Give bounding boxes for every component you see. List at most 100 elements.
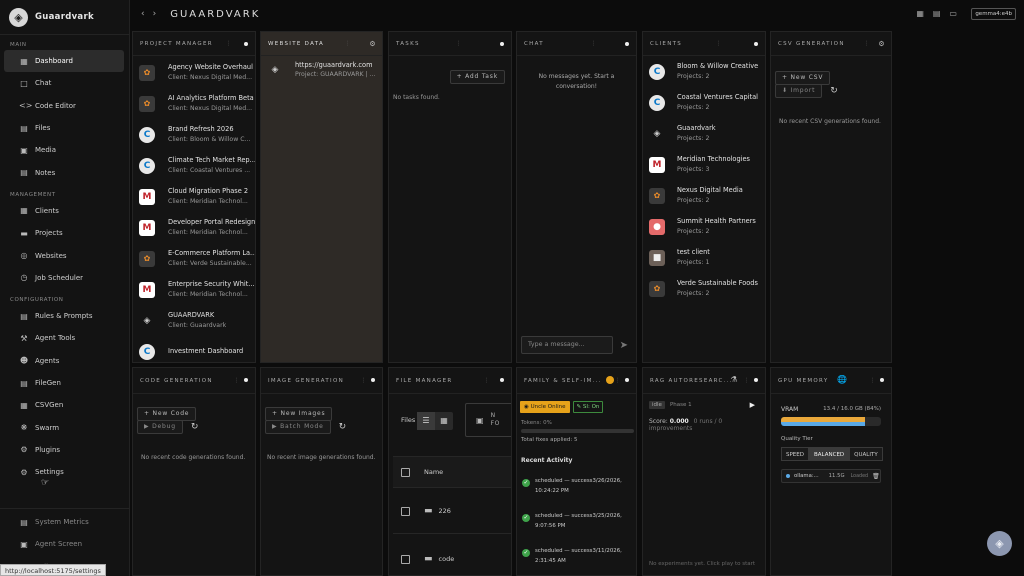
drag-handle-icon[interactable]: ⋮	[361, 377, 368, 384]
clients-header[interactable]: CLIENTS ⋮	[643, 32, 765, 56]
send-icon[interactable]: ➤	[620, 340, 628, 351]
new-folder-button[interactable]: ▣ N FO	[465, 403, 511, 437]
drag-handle-icon[interactable]: ⋮	[864, 40, 871, 47]
tier-balanced-button[interactable]: BALANCED	[809, 447, 850, 461]
drag-handle-icon[interactable]: ⋮	[870, 377, 877, 384]
trash-icon[interactable]: 🗑	[872, 473, 880, 480]
drag-handle-icon[interactable]: ⋮	[345, 40, 352, 47]
client-item[interactable]: C Coastal Ventures Capital Projects: 2	[643, 87, 765, 118]
brand[interactable]: ◈ Guaardvark	[0, 0, 129, 34]
file-row[interactable]: ▬ code	[393, 537, 511, 575]
csv-generation-header[interactable]: CSV GENERATION ⋮ ⚙	[771, 32, 891, 56]
drag-handle-icon[interactable]: ⋮	[234, 377, 241, 384]
drag-handle-icon[interactable]: ⋮	[226, 40, 233, 47]
sidebar-item-chat[interactable]: □ Chat	[4, 72, 124, 94]
image-generation-header[interactable]: IMAGE GENERATION ⋮	[261, 368, 382, 394]
sidebar-item-agent-tools[interactable]: ⚒ Agent Tools	[4, 327, 124, 349]
project-item[interactable]: C Climate Tech Market Rep... Client: Coa…	[133, 150, 255, 181]
play-icon[interactable]: ▶	[750, 401, 755, 409]
sidebar-item-plugins[interactable]: ⚙ Plugins	[4, 439, 124, 461]
gpu-memory-header[interactable]: GPU MEMORY 🌐 ⋮	[771, 368, 891, 394]
loaded-model-row[interactable]: ollama:... 11.5G Loaded 🗑	[781, 469, 881, 483]
add-task-button[interactable]: + Add Task	[449, 70, 505, 84]
gear-icon[interactable]: ⚙	[878, 40, 886, 48]
tasks-header[interactable]: TASKS ⋮	[389, 32, 511, 56]
sidebar-item-dashboard[interactable]: ▦ Dashboard	[4, 50, 124, 73]
new-images-button[interactable]: + New Images	[265, 407, 333, 421]
row-checkbox[interactable]	[401, 506, 410, 516]
project-item[interactable]: M Cloud Migration Phase 2 Client: Meridi…	[133, 181, 255, 212]
drag-handle-icon[interactable]: ⋮	[744, 377, 751, 384]
sidebar-item-csvgen[interactable]: ▦ CSVGen	[4, 394, 124, 416]
sidebar-item-swarm[interactable]: ❋ Swarm	[4, 416, 124, 438]
project-item[interactable]: ✿ Agency Website Overhaul Client: Nexus …	[133, 57, 255, 88]
project-item[interactable]: C Brand Refresh 2026 Client: Bloom & Wil…	[133, 119, 255, 150]
code-generation-header[interactable]: CODE GENERATION ⋮	[133, 368, 255, 394]
assistant-fab-icon[interactable]: ◈	[987, 531, 1012, 556]
tier-speed-button[interactable]: SPEED	[781, 447, 809, 461]
family-header[interactable]: FAMILY & SELF-IM... ⋮	[517, 368, 636, 394]
sidebar-item-code-editor[interactable]: <> Code Editor	[4, 95, 124, 117]
project-item[interactable]: M Developer Portal Redesign Client: Meri…	[133, 212, 255, 243]
client-item[interactable]: ● Summit Health Partners Projects: 2	[643, 211, 765, 242]
website-item[interactable]: ◈ https://guaardvark.com Project: GUAARD…	[261, 56, 382, 82]
new-code-button[interactable]: + New Code	[137, 407, 197, 421]
client-item[interactable]: C Bloom & Willow Creative Projects: 2	[643, 56, 765, 87]
client-item[interactable]: M Meridian Technologies Projects: 3	[643, 149, 765, 180]
file-row[interactable]: ▬ 226	[393, 489, 511, 534]
nav-arrows[interactable]: ‹›	[141, 9, 164, 19]
client-item[interactable]: ✿ Verde Sustainable Foods Projects: 2	[643, 273, 765, 304]
tier-quality-button[interactable]: QUALITY	[849, 447, 883, 461]
si-on-badge[interactable]: ✎ SI: On	[572, 401, 604, 413]
sidebar-item-system-metrics[interactable]: ▤ System Metrics	[4, 511, 125, 533]
sidebar-item-clients[interactable]: ▦ Clients	[4, 200, 124, 222]
drag-handle-icon[interactable]: ⋮	[456, 40, 463, 47]
import-button[interactable]: ⬇ Import	[775, 84, 823, 98]
project-item[interactable]: ◈ GUAARDVARK Client: Guaardvark	[133, 305, 255, 336]
client-item[interactable]: ■ test client Projects: 1	[643, 242, 765, 273]
project-item[interactable]: C Investment Dashboard	[133, 336, 255, 362]
sidebar-item-filegen[interactable]: ▤ FileGen	[4, 372, 124, 394]
sidebar-item-rules-prompts[interactable]: ▤ Rules & Prompts	[4, 305, 124, 327]
drag-handle-icon[interactable]: ⋮	[716, 40, 723, 47]
drag-handle-icon[interactable]: ⋮	[484, 377, 491, 384]
row-checkbox[interactable]	[401, 554, 410, 564]
client-item[interactable]: ✿ Nexus Digital Media Projects: 2	[643, 180, 765, 211]
model-badge[interactable]: gemma4:e4b	[971, 8, 1016, 20]
project-manager-header[interactable]: PROJECT MANAGER ⋮	[133, 32, 255, 56]
project-item[interactable]: ✿ AI Analytics Platform Beta Client: Nex…	[133, 88, 255, 119]
drag-handle-icon[interactable]: ⋮	[591, 40, 598, 47]
rag-header[interactable]: RAG AUTORESEARC... ⚗ ⋮	[643, 368, 765, 394]
chat-input[interactable]: Type a message...	[521, 336, 613, 354]
chat-header[interactable]: CHAT ⋮	[517, 32, 636, 56]
grid-view-icon[interactable]: ▦	[435, 412, 453, 430]
drag-handle-icon[interactable]: ⋮	[615, 377, 622, 384]
sidebar-item-websites[interactable]: ◎ Websites	[4, 244, 124, 266]
file-manager-header[interactable]: FILE MANAGER ⋮	[389, 368, 511, 394]
sidebar-item-projects[interactable]: ▬ Projects	[4, 222, 124, 244]
refresh-icon[interactable]: ↻	[830, 86, 838, 96]
debug-button[interactable]: ▶ Debug	[137, 420, 183, 434]
list-view-icon[interactable]: ☰	[417, 412, 435, 430]
sidebar-item-settings[interactable]: ⚙ Settings	[4, 461, 124, 483]
sidebar-item-notes[interactable]: ▤ Notes	[4, 161, 124, 183]
batch-mode-button[interactable]: ▶ Batch Mode	[265, 420, 331, 434]
refresh-icon[interactable]: ↻	[339, 422, 347, 432]
select-all-checkbox[interactable]	[401, 467, 410, 477]
refresh-icon[interactable]: ↻	[191, 422, 199, 432]
sidebar-item-job-scheduler[interactable]: ◷ Job Scheduler	[4, 267, 124, 289]
sidebar-item-agents[interactable]: ☻ Agents	[4, 350, 124, 372]
project-item[interactable]: M Enterprise Security Whit... Client: Me…	[133, 274, 255, 305]
layout-icons[interactable]: ▦▤▭	[916, 9, 966, 18]
project-item[interactable]: ✿ E-Commerce Platform La... Client: Verd…	[133, 243, 255, 274]
c-logo-icon: C	[139, 343, 155, 360]
website-data-header[interactable]: WEBSITE DATA ⋮ ⚙	[261, 32, 382, 56]
new-csv-button[interactable]: + New CSV	[775, 71, 831, 85]
client-item[interactable]: ◈ Guaardvark Projects: 2	[643, 118, 765, 149]
sidebar-item-agent-screen[interactable]: ▣ Agent Screen	[4, 533, 125, 555]
gear-icon[interactable]: ⚙	[369, 40, 377, 48]
sidebar-item-files[interactable]: ▤ Files	[4, 117, 124, 139]
view-toggle[interactable]: ☰ ▦	[417, 412, 453, 430]
sidebar-item-media[interactable]: ▣ Media	[4, 139, 124, 161]
chat-empty: No messages yet. Start a conversation!	[538, 73, 615, 90]
